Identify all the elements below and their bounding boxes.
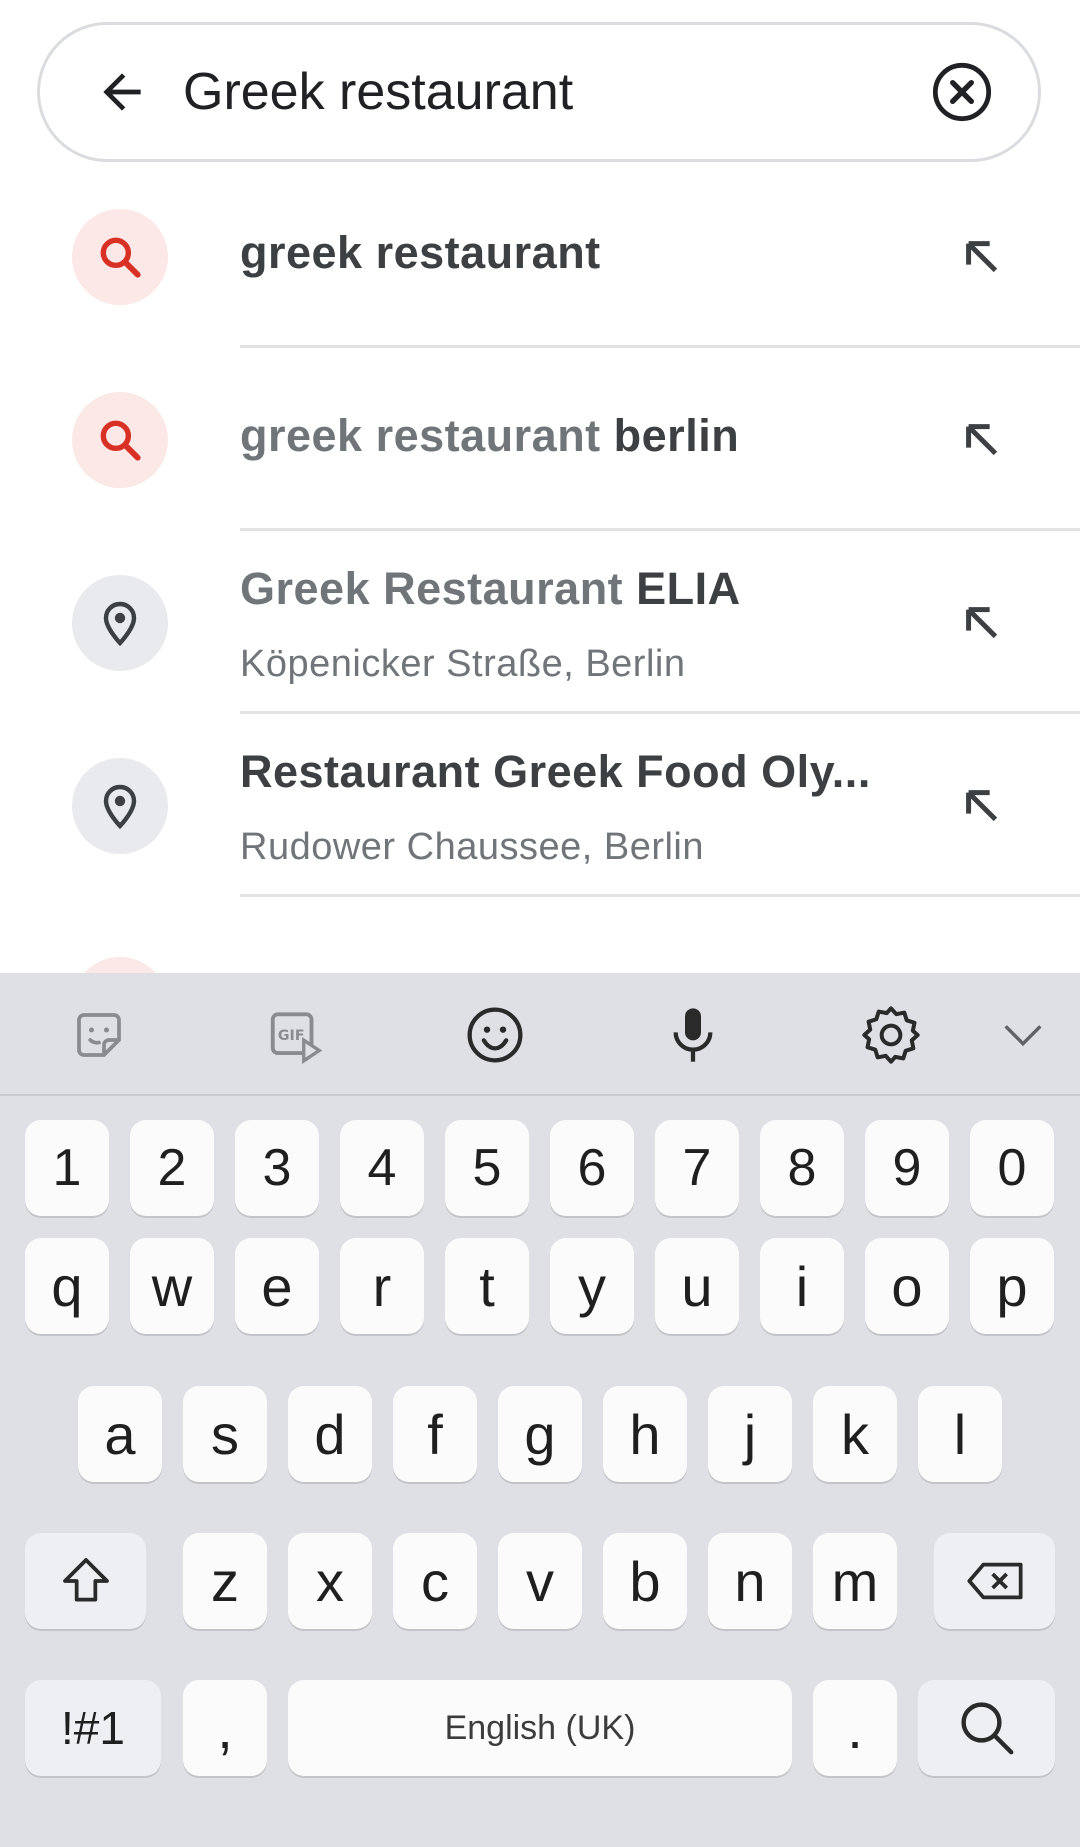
keyboard-toolbar: GIF — [0, 973, 1080, 1096]
svg-text:GIF: GIF — [278, 1028, 305, 1044]
place-pin-icon — [72, 758, 168, 854]
key-y[interactable]: y — [550, 1238, 634, 1334]
search-key[interactable] — [918, 1680, 1055, 1776]
symbols-key[interactable]: !#1 — [25, 1680, 161, 1776]
key-n[interactable]: n — [708, 1533, 792, 1629]
key-u[interactable]: u — [655, 1238, 739, 1334]
key-q[interactable]: q — [25, 1238, 109, 1334]
key-6[interactable]: 6 — [550, 1120, 634, 1216]
backspace-key[interactable] — [934, 1533, 1055, 1629]
keyboard: GIF 1234567890 qwertyuiop asdfghjkl zxcvbnm… — [0, 973, 1080, 1847]
key-x[interactable]: x — [288, 1533, 372, 1629]
suggestion-title: greek restaurant — [240, 227, 601, 278]
divider — [240, 894, 1080, 897]
suggestions-list: greek restaurant greek restaurant berlin… — [0, 165, 1080, 973]
chevron-down-icon[interactable] — [981, 993, 1065, 1077]
suggestion-row[interactable]: greek restaurant — [0, 165, 1080, 348]
backspace-icon — [966, 1562, 1023, 1600]
key-8[interactable]: 8 — [760, 1120, 844, 1216]
key-d[interactable]: d — [288, 1386, 372, 1482]
back-button[interactable] — [80, 50, 164, 134]
key-w[interactable]: w — [130, 1238, 214, 1334]
key-o[interactable]: o — [865, 1238, 949, 1334]
key-z[interactable]: z — [183, 1533, 267, 1629]
arrow-left-icon — [103, 73, 141, 111]
comma-key[interactable]: , — [183, 1680, 267, 1776]
key-s[interactable]: s — [183, 1386, 267, 1482]
key-f[interactable]: f — [393, 1386, 477, 1482]
fill-query-button[interactable] — [944, 402, 1020, 478]
key-3[interactable]: 3 — [235, 1120, 319, 1216]
suggestion-title: Restaurant Greek Food Oly... — [240, 746, 871, 797]
key-r[interactable]: r — [340, 1238, 424, 1334]
key-0[interactable]: 0 — [970, 1120, 1054, 1216]
key-5[interactable]: 5 — [445, 1120, 529, 1216]
key-c[interactable]: c — [393, 1533, 477, 1629]
arrow-up-left-icon — [966, 790, 998, 822]
key-i[interactable]: i — [760, 1238, 844, 1334]
key-j[interactable]: j — [708, 1386, 792, 1482]
sticker-icon[interactable] — [57, 993, 141, 1077]
key-2[interactable]: 2 — [130, 1120, 214, 1216]
suggestion-title: Greek Restaurant ELIA — [240, 563, 741, 614]
suggestion-row[interactable]: Greek Restaurant ELIA Köpenicker Straße,… — [0, 531, 1080, 714]
key-k[interactable]: k — [813, 1386, 897, 1482]
arrow-up-left-icon — [966, 241, 998, 273]
clear-search-button[interactable] — [920, 50, 1004, 134]
key-t[interactable]: t — [445, 1238, 529, 1334]
gif-icon[interactable]: GIF — [254, 993, 338, 1077]
fill-query-button[interactable] — [944, 219, 1020, 295]
arrow-up-left-icon — [966, 424, 998, 456]
suggestion-address: Köpenicker Straße, Berlin — [240, 643, 686, 685]
key-1[interactable]: 1 — [25, 1120, 109, 1216]
suggestion-row[interactable]: greek restaurant berlin — [0, 348, 1080, 531]
key-m[interactable]: m — [813, 1533, 897, 1629]
close-circle-icon — [932, 62, 992, 122]
search-bar: Greek restaurant — [37, 22, 1041, 162]
emoji-icon[interactable] — [453, 993, 537, 1077]
key-7[interactable]: 7 — [655, 1120, 739, 1216]
key-b[interactable]: b — [603, 1533, 687, 1629]
key-4[interactable]: 4 — [340, 1120, 424, 1216]
search-icon — [72, 209, 168, 305]
suggestion-title: greek restaurant berlin — [240, 410, 740, 461]
suggestion-address: Rudower Chaussee, Berlin — [240, 826, 705, 868]
settings-icon[interactable] — [849, 993, 933, 1077]
search-input[interactable]: Greek restaurant — [183, 25, 573, 159]
key-g[interactable]: g — [498, 1386, 582, 1482]
shift-key[interactable] — [25, 1533, 146, 1629]
search-icon — [72, 957, 168, 973]
key-e[interactable]: e — [235, 1238, 319, 1334]
key-9[interactable]: 9 — [865, 1120, 949, 1216]
fill-query-button[interactable] — [944, 768, 1020, 844]
suggestion-row[interactable]: Restaurant Greek Food Oly... Rudower Cha… — [0, 714, 1080, 897]
fill-query-button[interactable] — [944, 585, 1020, 661]
arrow-up-left-icon — [966, 607, 998, 639]
microphone-icon[interactable] — [651, 993, 735, 1077]
search-icon — [960, 1702, 1013, 1755]
key-v[interactable]: v — [498, 1533, 582, 1629]
key-a[interactable]: a — [78, 1386, 162, 1482]
space-key[interactable]: English (UK) — [288, 1680, 792, 1776]
key-p[interactable]: p — [970, 1238, 1054, 1334]
shift-icon — [62, 1558, 109, 1602]
period-key[interactable]: . — [813, 1680, 897, 1776]
key-h[interactable]: h — [603, 1386, 687, 1482]
key-l[interactable]: l — [918, 1386, 1002, 1482]
place-pin-icon — [72, 575, 168, 671]
search-icon — [72, 392, 168, 488]
